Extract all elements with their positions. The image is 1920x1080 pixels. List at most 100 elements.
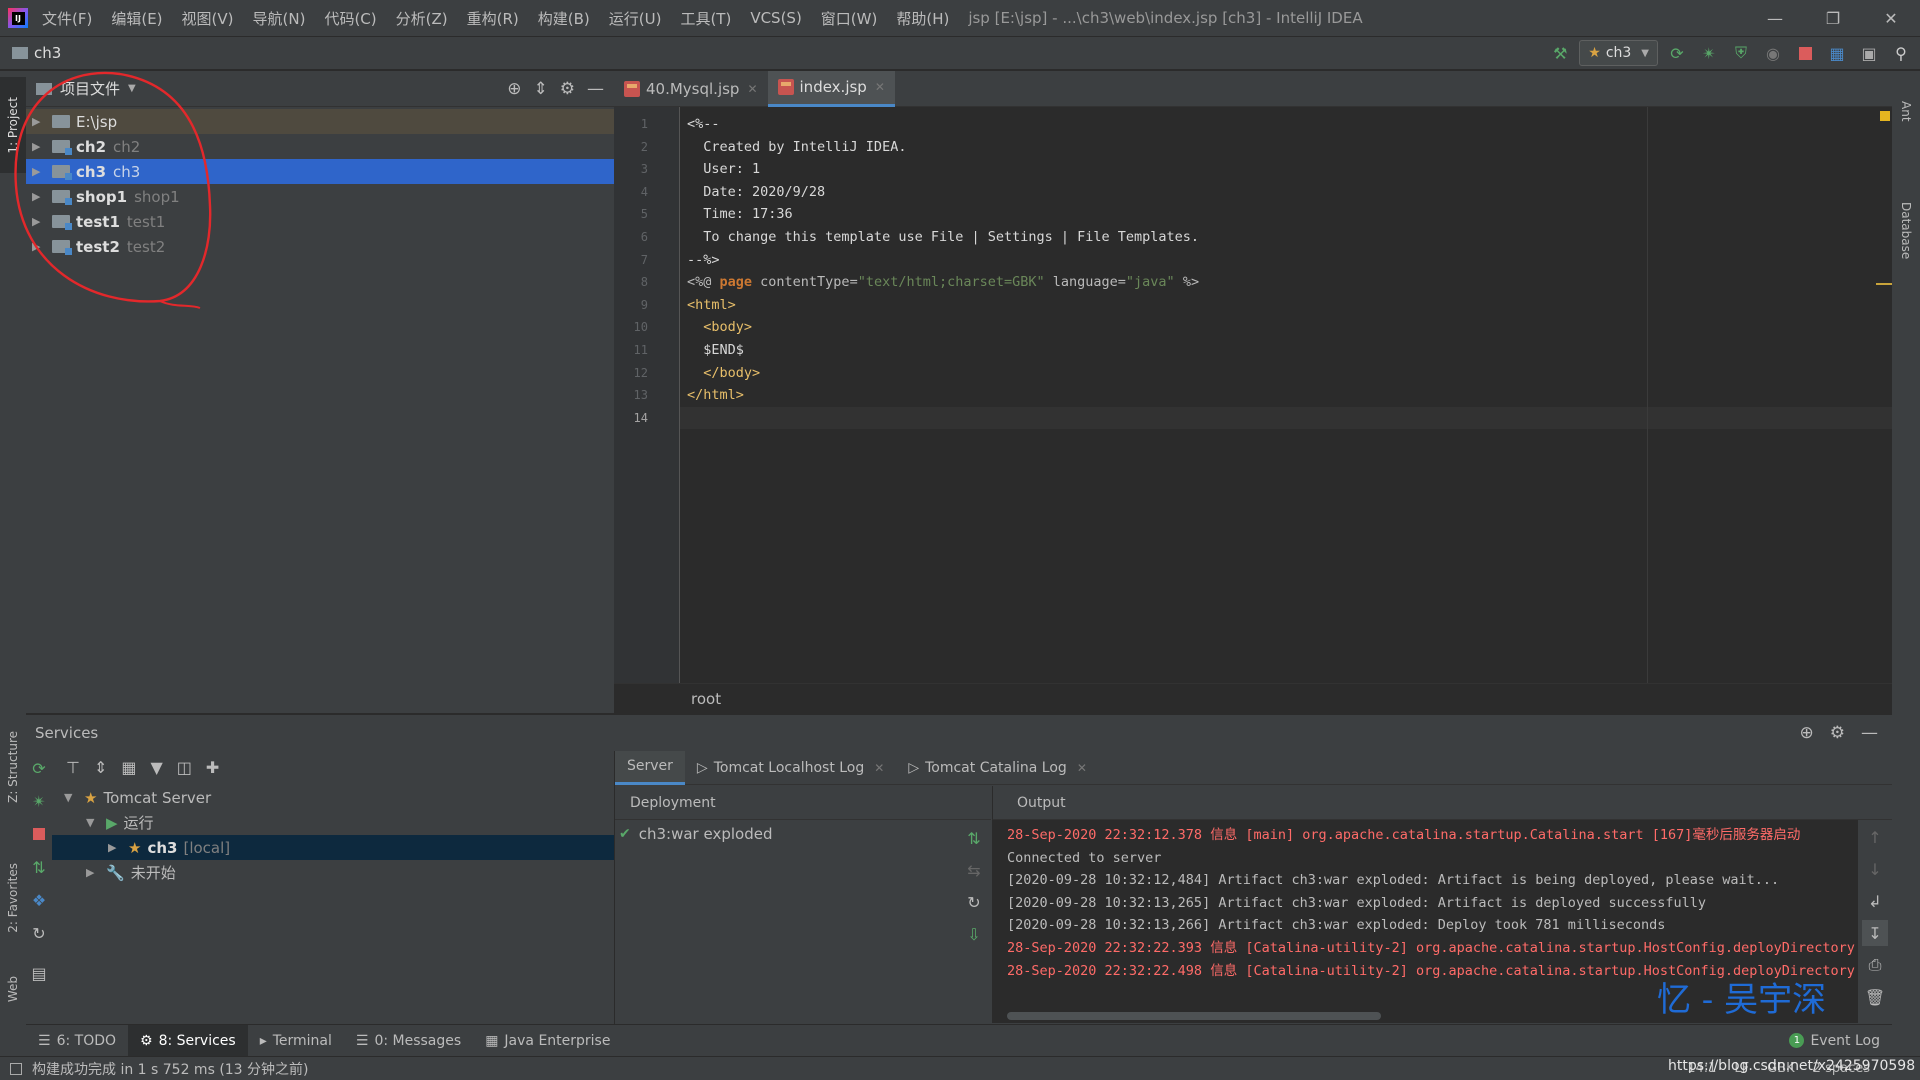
undeploy-icon[interactable]: ⇆ bbox=[961, 857, 987, 883]
menu-file[interactable]: 文件(F) bbox=[42, 8, 92, 29]
close-tab-icon[interactable]: ✕ bbox=[874, 761, 884, 775]
deploy-icon[interactable]: ⇅ bbox=[26, 854, 52, 880]
tab-server[interactable]: Server bbox=[615, 750, 685, 785]
collapsed-arrow-icon[interactable]: ▶ bbox=[32, 165, 52, 178]
tool-tab-terminal[interactable]: ▸ Terminal bbox=[248, 1025, 344, 1057]
print-icon[interactable]: ⎙ bbox=[1862, 952, 1888, 978]
project-view-selector[interactable]: 项目文件 bbox=[60, 78, 120, 99]
expand-all-icon[interactable]: ⊤ bbox=[66, 758, 80, 777]
tab-index-jsp[interactable]: index.jsp ✕ bbox=[767, 70, 895, 107]
presentation-icon[interactable]: ▣ bbox=[1856, 40, 1882, 66]
tool-tab-services[interactable]: ⚙ 8: Services bbox=[128, 1024, 248, 1057]
tree-node-running[interactable]: ▼ ▶ 运行 bbox=[52, 810, 640, 835]
collapsed-arrow-icon[interactable]: ▶ bbox=[32, 215, 52, 228]
menu-refactor[interactable]: 重构(R) bbox=[467, 8, 519, 29]
warning-marker[interactable] bbox=[1880, 111, 1890, 121]
refresh-icon[interactable]: ↻ bbox=[26, 920, 52, 946]
arrow-down-icon[interactable]: ↓ bbox=[1862, 856, 1888, 882]
menu-tools[interactable]: 工具(T) bbox=[680, 8, 731, 29]
stop-icon[interactable] bbox=[1792, 40, 1818, 66]
tree-item[interactable]: ▶ ch3 ch3 bbox=[26, 159, 614, 184]
favorites-tool-button[interactable]: 2: Favorites bbox=[0, 843, 26, 953]
tree-item[interactable]: ▶ shop1 shop1 bbox=[26, 184, 614, 209]
web-tool-button[interactable]: Web bbox=[0, 959, 26, 1019]
restore-icon[interactable]: ❐ bbox=[1804, 0, 1862, 36]
filter-icon[interactable]: ▼ bbox=[150, 758, 162, 777]
stop-icon[interactable] bbox=[26, 821, 52, 847]
breadcrumb-item[interactable]: root bbox=[691, 690, 721, 708]
collapse-all-icon[interactable]: ⇕ bbox=[534, 79, 548, 99]
tree-item[interactable]: ▶ test1 test1 bbox=[26, 209, 614, 234]
toggle-tool-windows-icon[interactable] bbox=[10, 1062, 22, 1075]
arrow-up-icon[interactable]: ↑ bbox=[1862, 824, 1888, 850]
project-structure-icon[interactable]: ▦ bbox=[1824, 40, 1850, 66]
scroll-to-end-icon[interactable]: ↧ bbox=[1862, 920, 1888, 946]
tree-item[interactable]: ▶ E:\jsp bbox=[26, 109, 614, 134]
tree-item[interactable]: ▶ test2 test2 bbox=[26, 234, 614, 259]
close-tab-icon[interactable]: ✕ bbox=[747, 82, 757, 96]
tree-item[interactable]: ▶ ch2 ch2 bbox=[26, 134, 614, 159]
update-icon[interactable]: ⇩ bbox=[961, 921, 987, 947]
menu-view[interactable]: 视图(V) bbox=[182, 8, 234, 29]
output-console[interactable]: 28-Sep-2020 22:32:12.378 信息 [main] org.a… bbox=[992, 820, 1877, 1023]
code-editor[interactable]: <%-- Created by IntelliJ IDEA. User: 1 D… bbox=[680, 107, 1892, 683]
nav-project[interactable]: ch3 bbox=[0, 44, 61, 62]
intellij-idea-icon[interactable]: IJ bbox=[8, 8, 28, 28]
tab-mysql-jsp[interactable]: 40.Mysql.jsp ✕ bbox=[614, 71, 768, 107]
collapsed-arrow-icon[interactable]: ▶ bbox=[32, 115, 52, 128]
locate-icon[interactable]: ⊕ bbox=[1800, 723, 1814, 743]
tree-node-ch3[interactable]: ▶ ★ ch3 [local] bbox=[52, 835, 640, 860]
trash-icon[interactable]: 🗑 bbox=[1862, 984, 1888, 1010]
horizontal-scrollbar[interactable] bbox=[1007, 1012, 1381, 1020]
menu-code[interactable]: 代码(C) bbox=[324, 8, 376, 29]
database-tool-button[interactable]: Database bbox=[1892, 151, 1920, 311]
hide-panel-icon[interactable]: — bbox=[1861, 723, 1878, 743]
rerun-icon[interactable]: ⟳ bbox=[1664, 40, 1690, 66]
tool-tab-event-log[interactable]: 1 Event Log bbox=[1777, 1025, 1892, 1057]
status-message[interactable]: 构建成功完成 in 1 s 752 ms (13 分钟之前) bbox=[32, 1059, 309, 1079]
tool-tab-messages[interactable]: ☰ 0: Messages bbox=[344, 1025, 473, 1057]
menu-navigate[interactable]: 导航(N) bbox=[253, 8, 306, 29]
rerun-icon[interactable]: ⟳ bbox=[26, 755, 52, 781]
menu-build[interactable]: 构建(B) bbox=[538, 8, 590, 29]
menu-vcs[interactable]: VCS(S) bbox=[750, 9, 801, 27]
coverage-icon[interactable]: ⛨ bbox=[1728, 40, 1754, 66]
new-tab-icon[interactable]: ◫ bbox=[177, 758, 192, 777]
menu-help[interactable]: 帮助(H) bbox=[896, 8, 949, 29]
tab-tomcat-localhost-log[interactable]: ▷ Tomcat Localhost Log ✕ bbox=[685, 751, 896, 785]
search-icon[interactable]: ⚲ bbox=[1888, 40, 1914, 66]
gear-icon[interactable]: ⚙ bbox=[1830, 723, 1845, 743]
deployment-item[interactable]: ✔ ch3:war exploded bbox=[615, 820, 991, 848]
debug-icon[interactable]: ✴ bbox=[26, 788, 52, 814]
build-hammer-icon[interactable]: ⚒ bbox=[1547, 40, 1573, 66]
group-icon[interactable]: ▦ bbox=[121, 758, 136, 777]
soft-wrap-icon[interactable]: ↲ bbox=[1862, 888, 1888, 914]
project-tool-button[interactable]: 1: Project bbox=[0, 77, 26, 173]
tree-node-tomcat-server[interactable]: ▼ ★ Tomcat Server bbox=[52, 785, 640, 810]
add-icon[interactable]: ✚ bbox=[206, 758, 219, 777]
collapsed-arrow-icon[interactable]: ▶ bbox=[32, 140, 52, 153]
tool-tab-todo[interactable]: ☰ 6: TODO bbox=[26, 1025, 128, 1057]
menu-run[interactable]: 运行(U) bbox=[609, 8, 662, 29]
menu-window[interactable]: 窗口(W) bbox=[821, 8, 878, 29]
deploy-icon[interactable]: ⇅ bbox=[961, 825, 987, 851]
close-tab-icon[interactable]: ✕ bbox=[1077, 761, 1087, 775]
collapse-all-icon[interactable]: ⇕ bbox=[94, 758, 107, 777]
menu-analyze[interactable]: 分析(Z) bbox=[396, 8, 448, 29]
tool-tab-java-enterprise[interactable]: ▦ Java Enterprise bbox=[473, 1025, 622, 1057]
chevron-down-icon[interactable]: ▼ bbox=[128, 83, 136, 94]
layout-icon[interactable]: ▤ bbox=[26, 960, 52, 986]
hide-panel-icon[interactable]: — bbox=[587, 79, 604, 99]
locate-icon[interactable]: ⊕ bbox=[507, 79, 521, 99]
close-icon[interactable]: ✕ bbox=[1862, 0, 1920, 36]
structure-tool-button[interactable]: Z: Structure bbox=[0, 719, 26, 814]
ant-tool-button[interactable]: Ant bbox=[1892, 81, 1920, 141]
refresh-icon[interactable]: ↻ bbox=[961, 889, 987, 915]
debug-icon[interactable]: ✴ bbox=[1696, 40, 1722, 66]
artifact-icon[interactable]: ❖ bbox=[26, 887, 52, 913]
tab-tomcat-catalina-log[interactable]: ▷ Tomcat Catalina Log ✕ bbox=[896, 751, 1099, 785]
collapsed-arrow-icon[interactable]: ▶ bbox=[32, 240, 52, 253]
tree-node-not-started[interactable]: ▶ 🔧 未开始 bbox=[52, 860, 640, 885]
collapsed-arrow-icon[interactable]: ▶ bbox=[32, 190, 52, 203]
menu-edit[interactable]: 编辑(E) bbox=[111, 8, 162, 29]
